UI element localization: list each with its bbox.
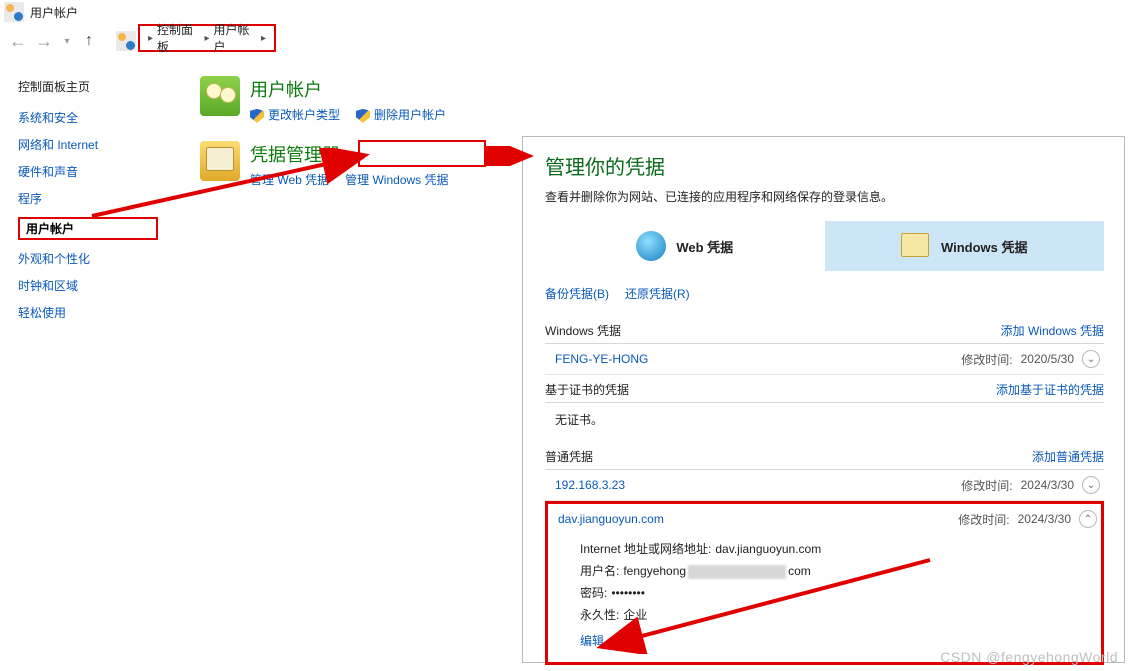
cred-item[interactable]: FENG-YE-HONG 修改时间: 2020/5/30 ⌄ bbox=[545, 344, 1104, 375]
sidebar-item-system[interactable]: 系统和安全 bbox=[18, 109, 158, 126]
crumb-control-panel[interactable]: 控制面板 bbox=[157, 21, 200, 55]
link-remove-user[interactable]: 删除用户帐户 bbox=[356, 106, 446, 123]
expand-toggle[interactable]: ⌄ bbox=[1082, 350, 1100, 368]
chevron-right-icon: ▸ bbox=[146, 33, 155, 44]
chevron-right-icon: ▸ bbox=[202, 33, 211, 44]
meta-label: 修改时间: bbox=[961, 351, 1012, 368]
link-add-generic-cred[interactable]: 添加普通凭据 bbox=[1032, 448, 1104, 465]
sidebar-item-hardware[interactable]: 硬件和声音 bbox=[18, 163, 158, 180]
section-windows-creds: Windows 凭据 添加 Windows 凭据 bbox=[545, 316, 1104, 344]
window-titlebar: 用户帐户 bbox=[0, 0, 610, 24]
link-add-cert-cred[interactable]: 添加基于证书的凭据 bbox=[996, 381, 1104, 398]
expand-toggle[interactable]: ⌄ bbox=[1082, 476, 1100, 494]
meta-label: 修改时间: bbox=[961, 477, 1012, 494]
link-manage-windows-creds[interactable]: 管理 Windows 凭据 bbox=[345, 171, 448, 188]
section-generic-creds: 普通凭据 添加普通凭据 bbox=[545, 442, 1104, 470]
tab-web-label: Web 凭据 bbox=[676, 237, 733, 256]
sidebar-item-network[interactable]: 网络和 Internet bbox=[18, 136, 158, 153]
detail-persist-label: 永久性: bbox=[580, 604, 619, 626]
cred-subtitle: 查看并删除你为网站、已连接的应用程序和网络保存的登录信息。 bbox=[545, 188, 1104, 205]
breadcrumb-bar[interactable]: ▸ 控制面板 ▸ 用户帐户 ▸ bbox=[138, 24, 276, 52]
meta-value: 2024/3/30 bbox=[1018, 512, 1071, 526]
vault-icon bbox=[901, 231, 931, 261]
crumb-users[interactable]: 用户帐户 bbox=[214, 21, 257, 55]
forward-button[interactable]: → bbox=[34, 31, 54, 52]
cred-name[interactable]: FENG-YE-HONG bbox=[555, 352, 648, 366]
tab-win-label: Windows 凭据 bbox=[941, 237, 1028, 256]
cred-item-header[interactable]: dav.jianguoyun.com 修改时间: 2024/3/30 ⌃ bbox=[548, 504, 1101, 534]
cred-item[interactable]: 192.168.3.23 修改时间: 2024/3/30 ⌄ bbox=[545, 470, 1104, 501]
detail-user-prefix: fengyehong bbox=[623, 564, 686, 578]
shield-icon bbox=[356, 109, 370, 123]
collapse-toggle[interactable]: ⌃ bbox=[1079, 510, 1097, 528]
section-cert-creds: 基于证书的凭据 添加基于证书的凭据 bbox=[545, 375, 1104, 403]
detail-addr-value: dav.jianguoyun.com bbox=[715, 538, 821, 560]
link-remove-credential[interactable]: 删除 bbox=[618, 630, 642, 652]
section-windows-label: Windows 凭据 bbox=[545, 322, 621, 339]
tab-windows-credentials[interactable]: Windows 凭据 bbox=[825, 221, 1105, 271]
meta-label: 修改时间: bbox=[958, 511, 1009, 528]
sidebar-item-programs[interactable]: 程序 bbox=[18, 190, 158, 207]
meta-value: 2024/3/30 bbox=[1021, 478, 1074, 492]
shield-icon bbox=[250, 109, 264, 123]
link-change-type[interactable]: 更改帐户类型 bbox=[250, 106, 340, 123]
link-edit-credential[interactable]: 编辑 bbox=[580, 630, 604, 652]
cred-name[interactable]: dav.jianguoyun.com bbox=[558, 512, 664, 526]
globe-icon bbox=[636, 231, 666, 261]
chevron-right-icon: ▸ bbox=[259, 33, 268, 44]
detail-user-suffix: com bbox=[788, 564, 811, 578]
detail-pass-value: •••••••• bbox=[611, 582, 645, 604]
redacted-block bbox=[688, 565, 786, 579]
tab-web-credentials[interactable]: Web 凭据 bbox=[545, 221, 825, 271]
breadcrumb-icon bbox=[116, 31, 136, 51]
category-credentials-title[interactable]: 凭据管理器 bbox=[250, 141, 449, 167]
cert-empty: 无证书。 bbox=[545, 403, 1104, 442]
history-dropdown[interactable]: ▾ bbox=[60, 36, 74, 47]
cred-details: Internet 地址或网络地址:dav.jianguoyun.com 用户名:… bbox=[548, 534, 1101, 662]
nav-toolbar: ← → ▾ ↑ bbox=[0, 24, 610, 58]
back-button[interactable]: ← bbox=[8, 31, 28, 52]
cred-actions: 备份凭据(B) 还原凭据(R) bbox=[545, 285, 1104, 302]
sidebar-home[interactable]: 控制面板主页 bbox=[18, 78, 158, 95]
detail-persist-value: 企业 bbox=[623, 604, 647, 626]
window-title: 用户帐户 bbox=[30, 4, 78, 21]
up-button[interactable]: ↑ bbox=[80, 32, 98, 50]
cred-name[interactable]: 192.168.3.23 bbox=[555, 478, 625, 492]
users-icon bbox=[200, 76, 240, 116]
sidebar-item-clock[interactable]: 时钟和区域 bbox=[18, 277, 158, 294]
cred-tabs: Web 凭据 Windows 凭据 bbox=[545, 221, 1104, 271]
section-cert-label: 基于证书的凭据 bbox=[545, 381, 629, 398]
detail-addr-label: Internet 地址或网络地址: bbox=[580, 538, 711, 560]
category-users-title[interactable]: 用户帐户 bbox=[250, 76, 446, 102]
cred-item-expanded: dav.jianguoyun.com 修改时间: 2024/3/30 ⌃ Int… bbox=[545, 501, 1104, 665]
section-generic-label: 普通凭据 bbox=[545, 448, 593, 465]
category-users: 用户帐户 更改帐户类型 删除用户帐户 bbox=[200, 76, 600, 123]
link-manage-web-creds[interactable]: 管理 Web 凭据 bbox=[250, 171, 329, 188]
credential-manager-icon bbox=[200, 141, 240, 181]
link-restore-credentials[interactable]: 还原凭据(R) bbox=[625, 285, 690, 302]
sidebar-item-appearance[interactable]: 外观和个性化 bbox=[18, 250, 158, 267]
sidebar: 控制面板主页 系统和安全 网络和 Internet 硬件和声音 程序 用户帐户 … bbox=[18, 78, 158, 321]
link-backup-credentials[interactable]: 备份凭据(B) bbox=[545, 285, 609, 302]
credential-manager-panel: 管理你的凭据 查看并删除你为网站、已连接的应用程序和网络保存的登录信息。 Web… bbox=[522, 136, 1125, 663]
link-add-windows-cred[interactable]: 添加 Windows 凭据 bbox=[1001, 322, 1104, 339]
meta-value: 2020/5/30 bbox=[1021, 352, 1074, 366]
watermark: CSDN @fengyehongWorld bbox=[940, 649, 1118, 665]
sidebar-item-ease[interactable]: 轻松使用 bbox=[18, 304, 158, 321]
sidebar-item-users[interactable]: 用户帐户 bbox=[18, 217, 158, 240]
detail-user-label: 用户名: bbox=[580, 560, 619, 582]
detail-pass-label: 密码: bbox=[580, 582, 607, 604]
users-small-icon bbox=[4, 2, 24, 22]
cred-title: 管理你的凭据 bbox=[545, 151, 1104, 180]
control-panel-window: 用户帐户 ← → ▾ ↑ ▸ 控制面板 ▸ 用户帐户 ▸ 控制面板主页 系统和安… bbox=[0, 0, 610, 310]
